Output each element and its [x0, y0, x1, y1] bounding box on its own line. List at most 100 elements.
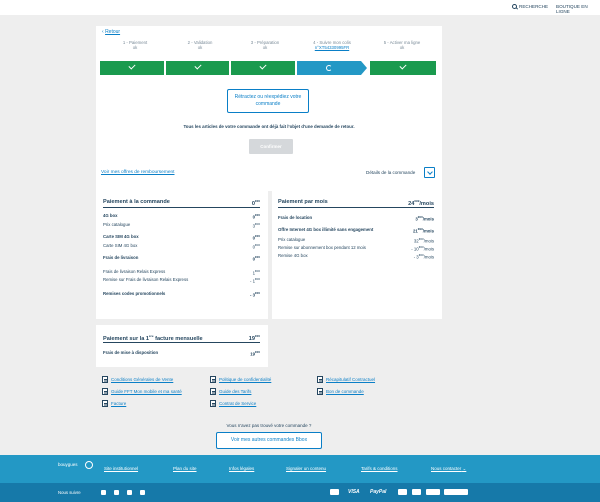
payment-row-amount: 0€00: [253, 213, 260, 219]
payment-row-cents: €00: [254, 234, 260, 238]
payment-row-amount: - 1€00: [250, 277, 260, 283]
back-link[interactable]: ‹ Retour: [102, 29, 120, 35]
step-4-segment: [297, 61, 361, 75]
order-payment-card: Paiement à la commande 0€00 4G box 0€00 Pr…: [96, 191, 268, 319]
step-2-segment: [166, 61, 229, 75]
doc-link-label: Politique de confidentialité: [219, 377, 272, 382]
footer-link-contact[interactable]: Nous contacter ⌄: [431, 466, 466, 472]
step-5-status: ok: [399, 45, 405, 50]
document-icon: [102, 376, 108, 383]
footer-link-report[interactable]: Signaler un contenu: [286, 466, 326, 471]
first-invoice-row-label: Frais de mise à disposition: [103, 350, 159, 355]
payment-card-icon: [398, 489, 407, 495]
payment-row-cents: €00: [254, 291, 260, 295]
retract-order-button[interactable]: Rétractez ou réexpédiez votre commande: [227, 89, 309, 113]
instagram-icon[interactable]: [140, 490, 145, 495]
step-1-segment: [100, 61, 164, 75]
footer-bottom: Nous suivre VISA PayPal: [0, 483, 600, 502]
return-notice: Tous les articles de votre commande ont …: [183, 124, 355, 129]
monthly-payment-title: Paiement par mois: [278, 199, 328, 205]
payment-row-amount: - 3€00: [250, 291, 260, 297]
payment-row-suffix: /mois: [423, 254, 434, 260]
youtube-icon[interactable]: [127, 490, 132, 495]
step-3-status: ok: [262, 45, 268, 50]
paypal-logo: PayPal: [370, 489, 387, 495]
payment-row-label: Prix catalogue: [103, 222, 131, 227]
search-link[interactable]: RECHERCHE: [512, 4, 548, 9]
refund-offers-link[interactable]: Voir mes offres de remboursement: [101, 170, 175, 175]
step-3-segment: [231, 61, 295, 75]
first-invoice-row-cents: €00: [254, 350, 260, 354]
doc-link-order-form[interactable]: Bon de commande: [317, 388, 364, 395]
doc-link-privacy[interactable]: Politique de confidentialité: [210, 376, 271, 383]
payment-row-amount: - 3€00/mois: [414, 253, 434, 259]
step-5-segment: [370, 61, 436, 75]
top-bar: RECHERCHE BOUTIQUE EN LIGNE: [0, 0, 600, 15]
payment-row-amount: 21€99/mois: [413, 227, 434, 233]
doc-link-service-contract[interactable]: Contrat de Service: [210, 400, 256, 407]
payment-row-label: Prix catalogue: [278, 237, 306, 242]
payment-row-suffix: /mois: [422, 228, 434, 234]
order-payment-rows: 4G box 0€00 Prix catalogue 3€00 Carte SIM 4G…: [103, 213, 260, 313]
payment-row-amount: 0€00: [253, 234, 260, 240]
doc-link-cgv[interactable]: Conditions Générales de Vente: [102, 376, 173, 383]
first-invoice-title-pre: Paiement sur la 1: [103, 335, 150, 342]
confirm-button[interactable]: Confirmer: [249, 139, 293, 154]
tracking-link[interactable]: n°XT54330995FR: [300, 45, 364, 50]
doc-link-tariffs[interactable]: Guide des Tarifs: [210, 388, 251, 395]
order-details-label: Détails de la commande: [366, 170, 416, 175]
payment-row-amount: 1€00: [253, 269, 260, 275]
twitter-icon[interactable]: [114, 490, 119, 495]
check-icon: [128, 62, 136, 70]
first-invoice-card: Paiement sur la 1ère facture mensuelle 1…: [96, 325, 268, 367]
doc-link-label: Récapitulatif Contractuel: [326, 377, 376, 382]
document-icon: [210, 388, 216, 395]
payment-row-label: Frais de livraison: [103, 255, 139, 260]
doc-link-label: Guide des Tarifs: [219, 389, 252, 394]
doc-link-label: Bon de commande: [326, 389, 364, 394]
shop-label: BOUTIQUE EN LIGNE: [556, 4, 588, 14]
shop-link[interactable]: BOUTIQUE EN LIGNE: [556, 4, 600, 14]
payment-row-suffix: /mois: [422, 216, 434, 222]
payment-row-amount: 3€00: [253, 222, 260, 228]
payment-card-icon: [426, 489, 440, 495]
footer-link-sitemap[interactable]: Plan du site: [173, 466, 197, 471]
brand-mark-icon: [85, 461, 93, 469]
payment-row-label: Frais de livraison Relais Express: [103, 269, 166, 274]
steps-labels: 1 - Paiement ok 2 - Validation ok 3 - Prép…: [100, 40, 436, 54]
facebook-icon[interactable]: [101, 490, 106, 495]
payment-card-icon: [330, 489, 339, 495]
payment-row-label: Remise 4G box: [278, 253, 308, 258]
order-details-toggle[interactable]: [424, 167, 435, 178]
doc-link-recap[interactable]: Récapitulatif Contractuel: [317, 376, 375, 383]
brand-name: bouygues: [58, 462, 78, 467]
order-payment-title: Paiement à la commande: [103, 199, 170, 205]
payment-row-amount: 0€00: [253, 255, 260, 261]
step-2-status: ok: [197, 45, 203, 50]
footer-link-corporate[interactable]: Site institutionnel: [104, 466, 138, 471]
check-icon: [259, 62, 267, 70]
footer-link-legal[interactable]: Infos légales: [229, 466, 254, 471]
step-3-label: 3 - Préparation ok: [233, 40, 297, 50]
bouygues-logo[interactable]: bouygues: [58, 461, 93, 469]
doc-link-fft-guide[interactable]: Guide FFT Mon mobile et ma santé: [102, 388, 182, 395]
footer: bouygues Site institutionnel Plan du sit…: [0, 455, 600, 483]
back-label: Retour: [105, 29, 121, 35]
document-icon: [210, 376, 216, 383]
more-orders-button[interactable]: Voir mes autres commandes Bbox: [216, 432, 322, 449]
document-icon: [317, 376, 323, 383]
doc-link-label: Guide FFT Mon mobile et ma santé: [111, 389, 182, 394]
footer-link-tariffs[interactable]: Tarifs & conditions: [361, 466, 398, 471]
document-icon: [317, 388, 323, 395]
document-icon: [210, 400, 216, 407]
payment-row-cents: €00: [254, 222, 260, 226]
doc-link-invoice[interactable]: Facture: [102, 400, 126, 407]
first-invoice-title-post: facture mensuelle: [153, 335, 203, 342]
payment-row-label: 4G box: [103, 213, 118, 218]
order-not-found-text: Vous n'avez pas trouvé votre commande ?: [226, 423, 312, 428]
step-1-label: 1 - Paiement ok: [103, 40, 167, 50]
step-4-arrow: [361, 61, 367, 75]
payment-row-suffix: /mois: [423, 238, 434, 244]
back-bar: ‹ Retour: [96, 26, 442, 38]
payment-row-label: Carte SIM 4G box: [103, 243, 138, 248]
